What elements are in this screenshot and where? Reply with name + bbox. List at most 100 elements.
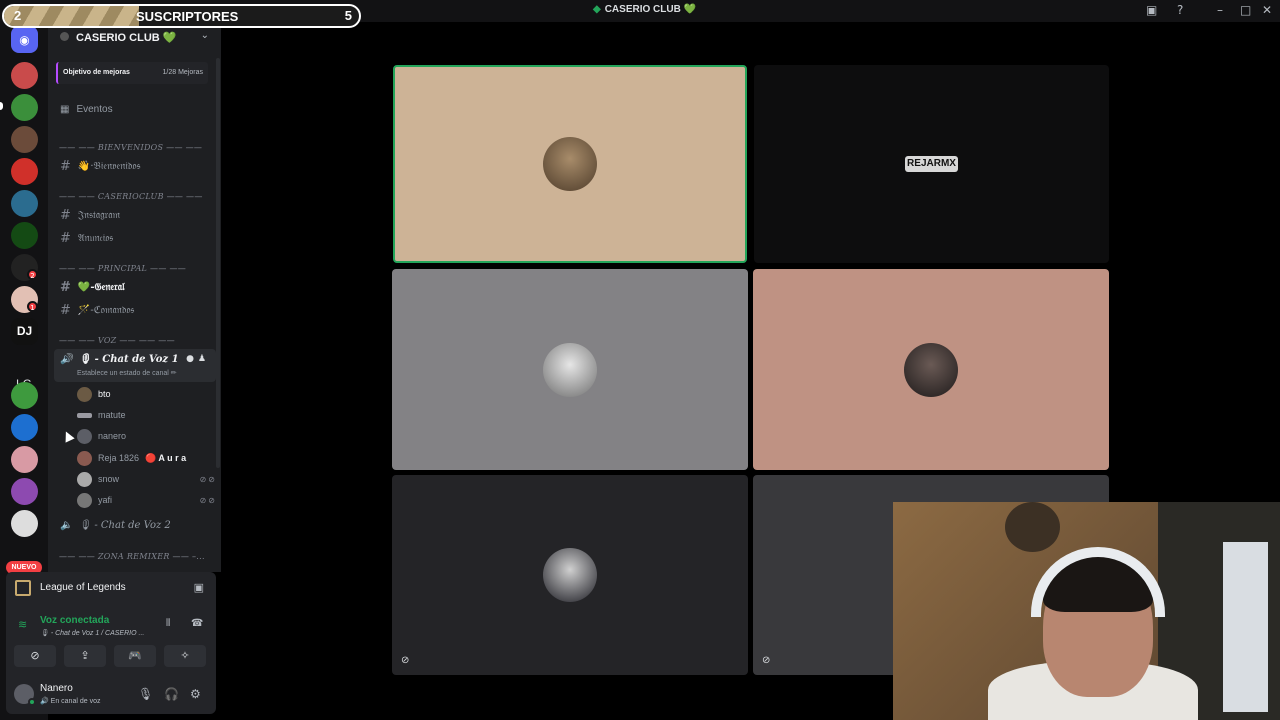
category-principal[interactable]: —— —— PRINCIPAL —— ——: [59, 264, 186, 273]
avatar: [77, 450, 92, 466]
video-tile-bto[interactable]: [393, 65, 747, 263]
camera-off-icon: ⊘: [762, 655, 771, 666]
voice-channel-1-title: 🔊 🎙 - Chat de Voz 1: [60, 354, 179, 365]
boost-goal-bar[interactable]: Objetivo de mejoras 1/28 Mejoras: [56, 62, 208, 84]
hash-icon: #: [60, 208, 71, 223]
participant-avatar: [904, 342, 958, 397]
subscriber-counter-overlay: 2 SUSCRIPTORES 5: [2, 4, 361, 28]
hash-icon: #: [60, 231, 71, 246]
window-title: ◆ CASERIO CLUB 💚: [593, 4, 697, 15]
participant-avatar: [543, 342, 597, 397]
server-icon-10[interactable]: [11, 414, 38, 441]
boost-goal-progress: 1/28 Mejoras: [162, 69, 203, 76]
category-voz[interactable]: —— —— VOZ —— —— ——: [59, 336, 175, 345]
muted-deafened-icons: ⊘⊘: [199, 474, 217, 484]
server-icon-1[interactable]: [11, 62, 38, 89]
activities-button[interactable]: 🎮: [114, 645, 156, 667]
voice-member[interactable]: snow ⊘⊘: [77, 471, 217, 487]
camera-off-button[interactable]: ⊘: [14, 645, 56, 667]
server-name: CASERIO CLUB 💚: [76, 32, 177, 44]
settings-gear-icon[interactable]: ⚙: [190, 687, 201, 701]
server-icon-dj[interactable]: DJ: [11, 318, 38, 345]
activity-panel[interactable]: League of Legends ▣: [6, 572, 216, 604]
category-zona-remixer[interactable]: —— —— ZONA REMIXER —— –...: [59, 552, 205, 561]
server-icon-2[interactable]: [11, 94, 38, 121]
category-casarioclub[interactable]: —— —— CASERIOCLUB —— ——: [59, 192, 203, 201]
avatar: [77, 428, 92, 444]
counter-label: SUSCRIPTORES: [136, 9, 239, 24]
avatar: [77, 412, 92, 418]
webcam-ring-light: [1005, 502, 1060, 552]
league-logo-icon: [15, 580, 31, 596]
help-icon[interactable]: ?: [1177, 3, 1183, 17]
soundboard-button[interactable]: ✧: [164, 645, 206, 667]
avatar: [77, 386, 92, 402]
hash-icon: #: [60, 280, 71, 295]
server-icon-11[interactable]: [11, 446, 38, 473]
inbox-icon[interactable]: ▣: [1146, 3, 1157, 17]
speaker-icon: 🔈: [60, 520, 73, 531]
counter-left-number: 2: [14, 8, 22, 23]
events-item[interactable]: ▦ Eventos: [60, 104, 113, 115]
voice-connection-panel: ≋ Voz conectada 🎙 - Chat de Voz 1 / CASE…: [6, 604, 216, 676]
server-icon-9[interactable]: [11, 382, 38, 409]
channel-instagram[interactable]: # 𝔍𝔫𝔰𝔱𝔞𝔤𝔯𝔞𝔪: [60, 208, 120, 223]
server-icon-4[interactable]: [11, 158, 38, 185]
server-header-icon: [60, 32, 69, 41]
category-bienvenidos[interactable]: —— —— BIENVENIDOS —— ——: [59, 143, 202, 152]
maximize-button[interactable]: □: [1240, 3, 1251, 17]
disconnect-icon[interactable]: ☎: [191, 618, 203, 629]
voice-member[interactable]: Reja 1826 🔴 A u r a: [77, 450, 217, 466]
channel-bienvenidos[interactable]: # 👋·𝔅𝔦𝔢𝔫𝔳𝔢𝔫𝔦𝔡𝔬𝔰: [60, 159, 140, 174]
server-icon-3[interactable]: [11, 126, 38, 153]
channel-comandos[interactable]: # 🪄-ℭ𝔬𝔪𝔞𝔫𝔡𝔬𝔰: [60, 303, 134, 318]
voice-member[interactable]: matute: [77, 407, 217, 423]
noise-suppression-icon[interactable]: ⫴: [166, 618, 170, 629]
voice-member[interactable]: yafi ⊘⊘: [77, 492, 217, 508]
video-tile-reja[interactable]: REJARMX: [754, 65, 1109, 263]
video-tile-snow[interactable]: [392, 269, 748, 470]
voice-connected-title[interactable]: Voz conectada: [40, 615, 109, 626]
video-tile-matute[interactable]: ⊘: [392, 475, 748, 675]
screen-share-button[interactable]: ⇪: [64, 645, 106, 667]
unread-indicator: [0, 102, 3, 110]
signal-icon[interactable]: ≋: [18, 618, 27, 631]
server-badge: 2: [27, 269, 38, 280]
server-icon-13[interactable]: [11, 510, 38, 537]
channel-status-prompt[interactable]: Establece un estado de canal ✏: [77, 369, 177, 377]
video-tile-nanero[interactable]: [753, 269, 1109, 470]
voice-channel-1[interactable]: 🔊 🎙 - Chat de Voz 1 Establece un estado …: [54, 349, 216, 382]
close-button[interactable]: ✕: [1262, 3, 1272, 17]
participant-logo: REJARMX: [905, 156, 958, 172]
voice-channel-2[interactable]: 🔈 🎙 - Chat de Voz 2: [60, 520, 171, 531]
counter-right-number: 5: [344, 8, 352, 23]
voice-member[interactable]: nanero: [77, 428, 217, 444]
hash-icon: #: [60, 303, 71, 318]
user-panel: Nanero 🔊 En canal de voz 🎙 🎧 ⚙: [6, 676, 216, 714]
channel-general[interactable]: # 💚-𝔊𝔢𝔫𝔢𝔯𝔞𝔩: [60, 280, 125, 295]
server-badge: 1: [27, 301, 38, 312]
stream-screen-icon[interactable]: ▣: [194, 581, 204, 594]
microphone-icon[interactable]: 🎙: [138, 687, 153, 701]
server-icon-12[interactable]: [11, 478, 38, 505]
webcam-shelf: [1223, 542, 1268, 712]
headphones-icon[interactable]: 🎧: [164, 687, 179, 701]
voice-member[interactable]: bto: [77, 386, 217, 402]
participant-avatar: [543, 137, 597, 191]
channel-anuncios[interactable]: # 𝔄𝔫𝔲𝔫𝔠𝔦𝔬𝔰: [60, 231, 113, 246]
avatar: [77, 471, 92, 487]
chat-icon[interactable]: ●♟: [186, 354, 210, 364]
server-icon-6[interactable]: [11, 222, 38, 249]
server-icon-5[interactable]: [11, 190, 38, 217]
discord-home-icon[interactable]: ◉: [11, 26, 38, 53]
avatar: [77, 492, 92, 508]
minimize-button[interactable]: –: [1217, 3, 1223, 17]
channel-sidebar: CASERIO CLUB 💚 ⌄ Objetivo de mejoras 1/2…: [48, 22, 221, 572]
activity-name: League of Legends: [40, 582, 126, 593]
counter-stripe: [4, 6, 139, 26]
chevron-down-icon: ⌄: [200, 30, 209, 41]
server-title-icon: ◆: [593, 4, 601, 15]
username[interactable]: Nanero: [40, 683, 73, 694]
voice-location[interactable]: 🎙 - Chat de Voz 1 / CASERIO ...: [40, 629, 144, 637]
user-status: 🔊 En canal de voz: [40, 698, 101, 705]
